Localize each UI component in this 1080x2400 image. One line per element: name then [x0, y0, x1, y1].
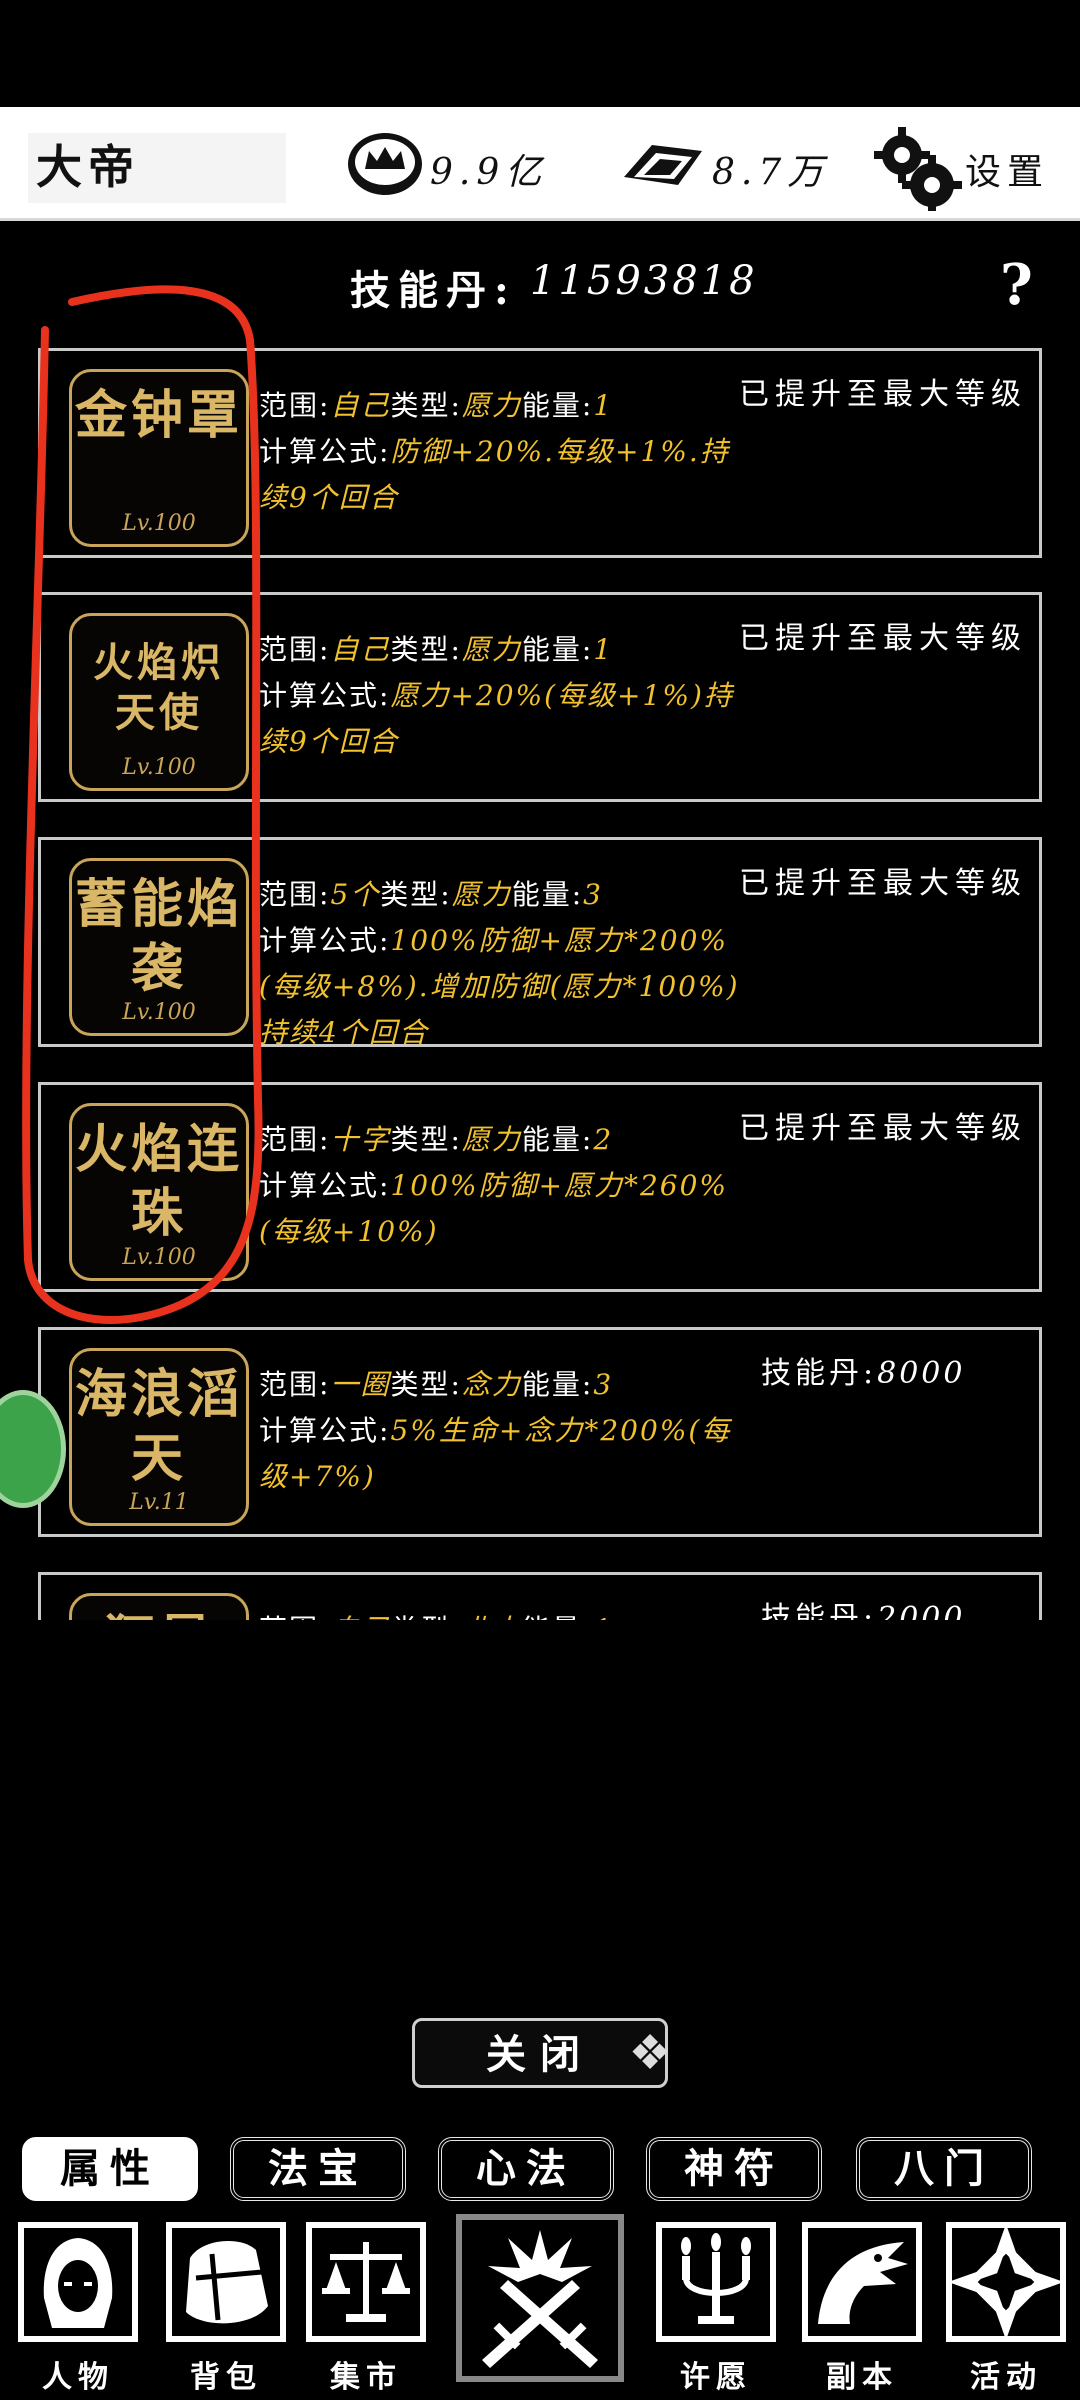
skill-badge: 海浪滔天 Lv.11 — [69, 1348, 249, 1526]
skill-card[interactable]: 火焰炽天使 Lv.100 范围:自己类型:愿力能量:1 计算公式:愿力+20%(每级+… — [38, 592, 1042, 802]
skill-level: Lv.100 — [122, 1000, 196, 1025]
skill-name: 蓄能焰袭 — [74, 874, 243, 999]
range-label: 范围: — [259, 633, 331, 666]
energy-label: 能量: — [511, 878, 584, 911]
skill-level: Lv.100 — [122, 1245, 196, 1270]
candelabra-icon — [656, 2222, 776, 2342]
type-value: 念力 — [461, 1368, 522, 1401]
nav-character[interactable]: 人物 — [18, 2222, 138, 2400]
nav-label: 活动 — [970, 2360, 1042, 2395]
dragon-head-icon — [802, 2222, 922, 2342]
nav-dungeon[interactable]: 副本 — [802, 2222, 922, 2400]
skill-level: Lv.11 — [129, 1490, 189, 1515]
skill-cost[interactable]: 技能丹:8000 — [761, 1348, 965, 1392]
type-value: 愿力 — [461, 1123, 522, 1156]
range-label: 范围: — [259, 1368, 331, 1401]
tab-treasure[interactable]: 法宝 — [230, 2137, 406, 2201]
range-value: 一圈 — [330, 1368, 391, 1401]
range-value: 5个 — [330, 878, 381, 911]
nav-label: 集市 — [330, 2360, 402, 2395]
energy-label: 能量: — [521, 389, 594, 422]
energy-label: 能量: — [521, 1123, 594, 1156]
type-value: 愿力 — [461, 389, 522, 422]
energy-value: 3 — [593, 1368, 614, 1401]
type-label: 类型: — [390, 389, 462, 422]
tab-divine-rune[interactable]: 神符 — [646, 2137, 822, 2201]
type-value: 愿力 — [451, 878, 512, 911]
tab-attributes[interactable]: 属性 — [22, 2137, 198, 2201]
nav-label: 人物 — [42, 2360, 114, 2395]
nav-label: 副本 — [826, 2360, 898, 2395]
skill-description: 范围:自己类型:愿力能量:1 计算公式:防御+20%.每级+1%.持续9个回合 — [259, 383, 749, 521]
skill-status: 已提升至最大等级 — [739, 866, 1027, 901]
skill-card[interactable]: 金钟罩 Lv.100 范围:自己类型:愿力能量:1 计算公式:防御+20%.每级+1%… — [38, 348, 1042, 558]
nav-events[interactable]: 活动 — [946, 2222, 1066, 2400]
range-label: 范围: — [259, 389, 331, 422]
skill-cost-label: 技能丹: — [761, 1356, 878, 1391]
type-label: 类型: — [390, 633, 462, 666]
skill-description: 范围:自己类型:愿力能量:1 计算公式:愿力+20%(每级+1%)持续9个回合 — [259, 627, 749, 765]
backpack-icon — [166, 2222, 286, 2342]
skill-name: 火焰连珠 — [74, 1119, 243, 1244]
energy-label: 能量: — [521, 1368, 594, 1401]
hooded-figure-icon — [18, 2222, 138, 2342]
range-value: 自己 — [330, 389, 391, 422]
skill-card[interactable]: 海浪滔天 Lv.11 范围:一圈类型:念力能量:3 计算公式:5%生命+念力*200%… — [38, 1327, 1042, 1537]
skill-description: 范围:一圈类型:念力能量:3 计算公式:5%生命+念力*200%(每级+7%) — [259, 1362, 749, 1500]
skill-status: 已提升至最大等级 — [739, 621, 1027, 656]
range-label: 范围: — [259, 1123, 331, 1156]
range-label: 范围: — [259, 878, 331, 911]
skill-badge: 金钟罩 Lv.100 — [69, 369, 249, 547]
skill-description: 范围:十字类型:愿力能量:2 计算公式:100%防御+愿力*260%(每级+10%… — [259, 1117, 749, 1255]
skill-card[interactable]: 火焰连珠 Lv.100 范围:十字类型:愿力能量:2 计算公式:100%防御+愿力*2… — [38, 1082, 1042, 1292]
skill-level: Lv.100 — [122, 755, 196, 780]
skill-cost-value: 8000 — [877, 1356, 966, 1391]
type-value: 愿力 — [461, 633, 522, 666]
energy-value: 2 — [593, 1123, 614, 1156]
nav-label: 背包 — [190, 2360, 262, 2395]
nav-market[interactable]: 集市 — [306, 2222, 426, 2400]
formula-label: 计算公式: — [259, 435, 391, 468]
skill-status: 已提升至最大等级 — [739, 1111, 1027, 1146]
nav-label: 许愿 — [680, 2360, 752, 2395]
formula-label: 计算公式: — [259, 924, 391, 957]
skill-card[interactable]: 蓄能焰袭 Lv.100 范围:5个类型:愿力能量:3 计算公式:100%防御+愿力*2… — [38, 837, 1042, 1049]
formula-label: 计算公式: — [259, 1414, 391, 1447]
energy-value: 1 — [593, 633, 614, 666]
tab-eight-gates[interactable]: 八门 — [856, 2137, 1032, 2201]
nav-backpack[interactable]: 背包 — [166, 2222, 286, 2400]
skill-level: Lv.100 — [122, 511, 196, 536]
formula-label: 计算公式: — [259, 679, 391, 712]
skill-badge: 火焰炽天使 Lv.100 — [69, 613, 249, 791]
skill-badge: 火焰连珠 Lv.100 — [69, 1103, 249, 1281]
skill-name: 海浪滔天 — [74, 1364, 243, 1489]
energy-value: 1 — [593, 389, 614, 422]
skill-description: 范围:5个类型:愿力能量:3 计算公式:100%防御+愿力*200%(每级+8%)… — [259, 872, 749, 1056]
skill-name: 金钟罩 — [74, 385, 243, 446]
range-value: 十字 — [330, 1123, 391, 1156]
knot-ornament-right-icon: ❖ — [628, 2025, 672, 2081]
type-label: 类型: — [390, 1123, 462, 1156]
range-value: 自己 — [330, 633, 391, 666]
crossed-swords-icon — [456, 2214, 624, 2382]
type-label: 类型: — [390, 1368, 462, 1401]
scales-icon — [306, 2222, 426, 2342]
energy-label: 能量: — [521, 633, 594, 666]
nav-battle[interactable] — [456, 2214, 624, 2392]
skill-badge: 蓄能焰袭 Lv.100 — [69, 858, 249, 1036]
type-label: 类型: — [380, 878, 452, 911]
skill-name: 火焰炽天使 — [93, 639, 225, 736]
skill-status: 已提升至最大等级 — [739, 377, 1027, 412]
nav-wish[interactable]: 许愿 — [656, 2222, 776, 2400]
energy-value: 3 — [583, 878, 603, 911]
formula-label: 计算公式: — [259, 1169, 391, 1202]
star-knot-icon — [946, 2222, 1066, 2342]
tab-mind-method[interactable]: 心法 — [438, 2137, 614, 2201]
